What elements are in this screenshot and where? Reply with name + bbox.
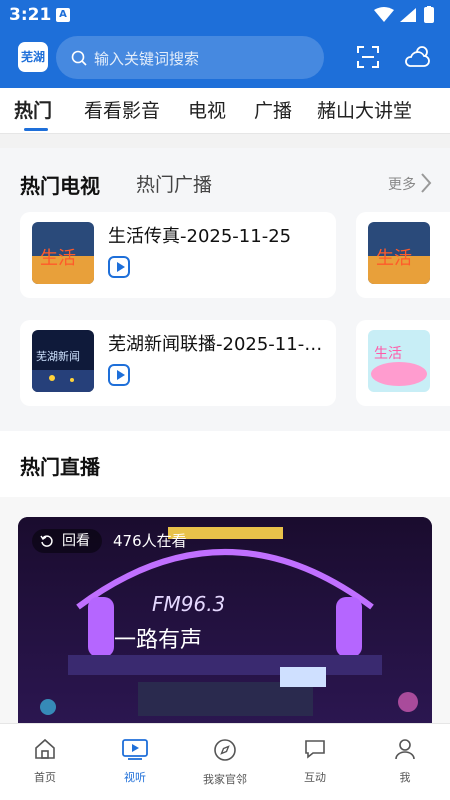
system-status-icons: [374, 6, 434, 23]
viewer-count: 476人在看: [113, 532, 187, 550]
svg-text:芜湖新闻: 芜湖新闻: [36, 349, 80, 363]
live-section-title: 热门直播: [20, 455, 100, 479]
replay-label: 回看: [62, 533, 90, 549]
user-icon: [395, 739, 415, 760]
tab-radio[interactable]: 广播: [254, 96, 292, 123]
nav-me-label: 我: [399, 771, 411, 784]
play-icon[interactable]: [108, 364, 130, 386]
svg-text:生活: 生活: [376, 248, 412, 269]
active-tab-indicator: [24, 128, 48, 131]
weather-icon[interactable]: [404, 44, 432, 70]
program-thumbnail: 芜湖新闻: [32, 330, 94, 392]
chevron-right-icon[interactable]: [420, 172, 432, 194]
tab-kankan[interactable]: 看看影音: [84, 96, 160, 123]
svg-text:生活: 生活: [40, 248, 76, 269]
status-time: 3:21: [9, 5, 52, 25]
nav-video[interactable]: 视听: [100, 738, 170, 785]
tab-hot[interactable]: 热门: [14, 96, 52, 123]
svg-text:一路有声: 一路有声: [114, 628, 202, 653]
compass-icon: [214, 739, 236, 761]
search-icon: [71, 50, 87, 66]
nav-neighbors[interactable]: 我家官邻: [190, 738, 260, 787]
live-banner[interactable]: FM96.3 一路有声 回看 476人在看: [18, 517, 432, 723]
program-card[interactable]: 芜湖新闻 芜湖新闻联播-2025-11-25: [20, 320, 336, 406]
program-card[interactable]: 生活 生活传真-2025-11-25: [20, 212, 336, 298]
nav-interact[interactable]: 互动: [280, 738, 350, 785]
svg-text:FM96.3: FM96.3: [152, 592, 225, 616]
nav-video-label: 视听: [124, 771, 146, 784]
program-title: 生活传真-2025-11-25: [108, 226, 292, 247]
replay-badge[interactable]: 回看: [32, 529, 102, 553]
more-link[interactable]: 更多: [388, 174, 416, 194]
video-icon: [122, 739, 148, 760]
program-thumbnail: 生活: [368, 330, 430, 392]
hot-programs-section: 热门电视 热门广播 更多 生活 生活传真-2025-11-25 生活 芜湖新闻 …: [0, 148, 450, 431]
app-logo[interactable]: 芜湖: [18, 42, 48, 72]
nav-interact-label: 互动: [304, 771, 326, 784]
replay-icon: [40, 535, 53, 547]
live-section-header: 热门直播: [0, 431, 450, 497]
tab-tv[interactable]: 电视: [188, 96, 226, 123]
sim-icon: A: [56, 8, 70, 22]
home-icon: [35, 738, 55, 759]
search-bar[interactable]: 输入关键词搜索: [56, 36, 324, 79]
program-thumbnail: 生活: [368, 222, 430, 284]
scan-icon[interactable]: [356, 45, 380, 69]
hot-radio-tab[interactable]: 热门广播: [136, 170, 212, 197]
search-placeholder[interactable]: 输入关键词搜索: [94, 48, 199, 69]
program-card-peek[interactable]: 生活: [356, 212, 450, 298]
bottom-navigation: 首页 视听 我家官邻 互动 我: [0, 723, 450, 800]
app-header: 3:21 A 芜湖 输入关键词搜索: [0, 0, 450, 88]
status-bar: 3:21 A: [0, 0, 450, 30]
nav-home[interactable]: 首页: [10, 738, 80, 785]
play-icon[interactable]: [108, 256, 130, 278]
nav-me[interactable]: 我: [370, 738, 440, 785]
nav-neighbors-label: 我家官邻: [203, 773, 247, 786]
interact-icon: [305, 740, 325, 759]
nav-home-label: 首页: [34, 771, 56, 784]
program-title: 芜湖新闻联播-2025-11-25: [108, 334, 326, 355]
svg-text:生活: 生活: [374, 346, 402, 362]
program-card-peek[interactable]: 生活: [356, 320, 450, 406]
hot-tv-tab[interactable]: 热门电视: [20, 170, 100, 199]
channel-tabs: 热门 看看影音 电视 广播 赭山大讲堂: [0, 88, 450, 134]
tab-zheshan[interactable]: 赭山大讲堂: [317, 96, 412, 123]
program-thumbnail: 生活: [32, 222, 94, 284]
